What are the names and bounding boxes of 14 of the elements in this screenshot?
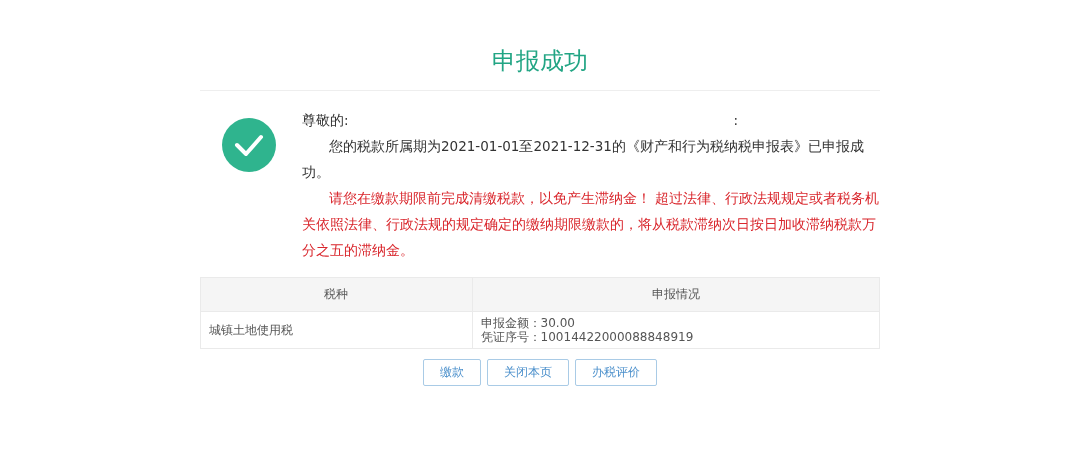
detail-line: 凭证序号：10014422000088848919 <box>480 330 695 344</box>
action-button[interactable]: 关闭本页 <box>487 359 569 386</box>
greeting-text: 尊敬的: <box>302 111 349 130</box>
success-message: 您的税款所属期为2021-01-01至2021-12-31的《财产和行为税纳税申报表》已申报成功。 <box>302 137 865 182</box>
table-cell: 城镇土地使用税 <box>200 311 473 349</box>
detail-line: 申报金额：30.00 <box>480 316 576 330</box>
success-check-icon <box>222 118 276 172</box>
greeting-colon: : <box>733 111 739 130</box>
column-header: 申报情况 <box>472 277 880 312</box>
action-button[interactable]: 办税评价 <box>575 359 657 386</box>
page-title: 申报成功 <box>491 46 589 77</box>
column-header: 税种 <box>200 277 473 312</box>
warning-message: 请您在缴款期限前完成清缴税款，以免产生滞纳金！ 超过法律、行政法规规定或者税务机关依照法律、行政法规的规定确定的缴纳期限缴款的，将从税款滞纳次日按日加收滞纳税款万分之五的滞纳金。 <box>302 189 880 260</box>
action-button[interactable]: 缴款 <box>423 359 481 386</box>
